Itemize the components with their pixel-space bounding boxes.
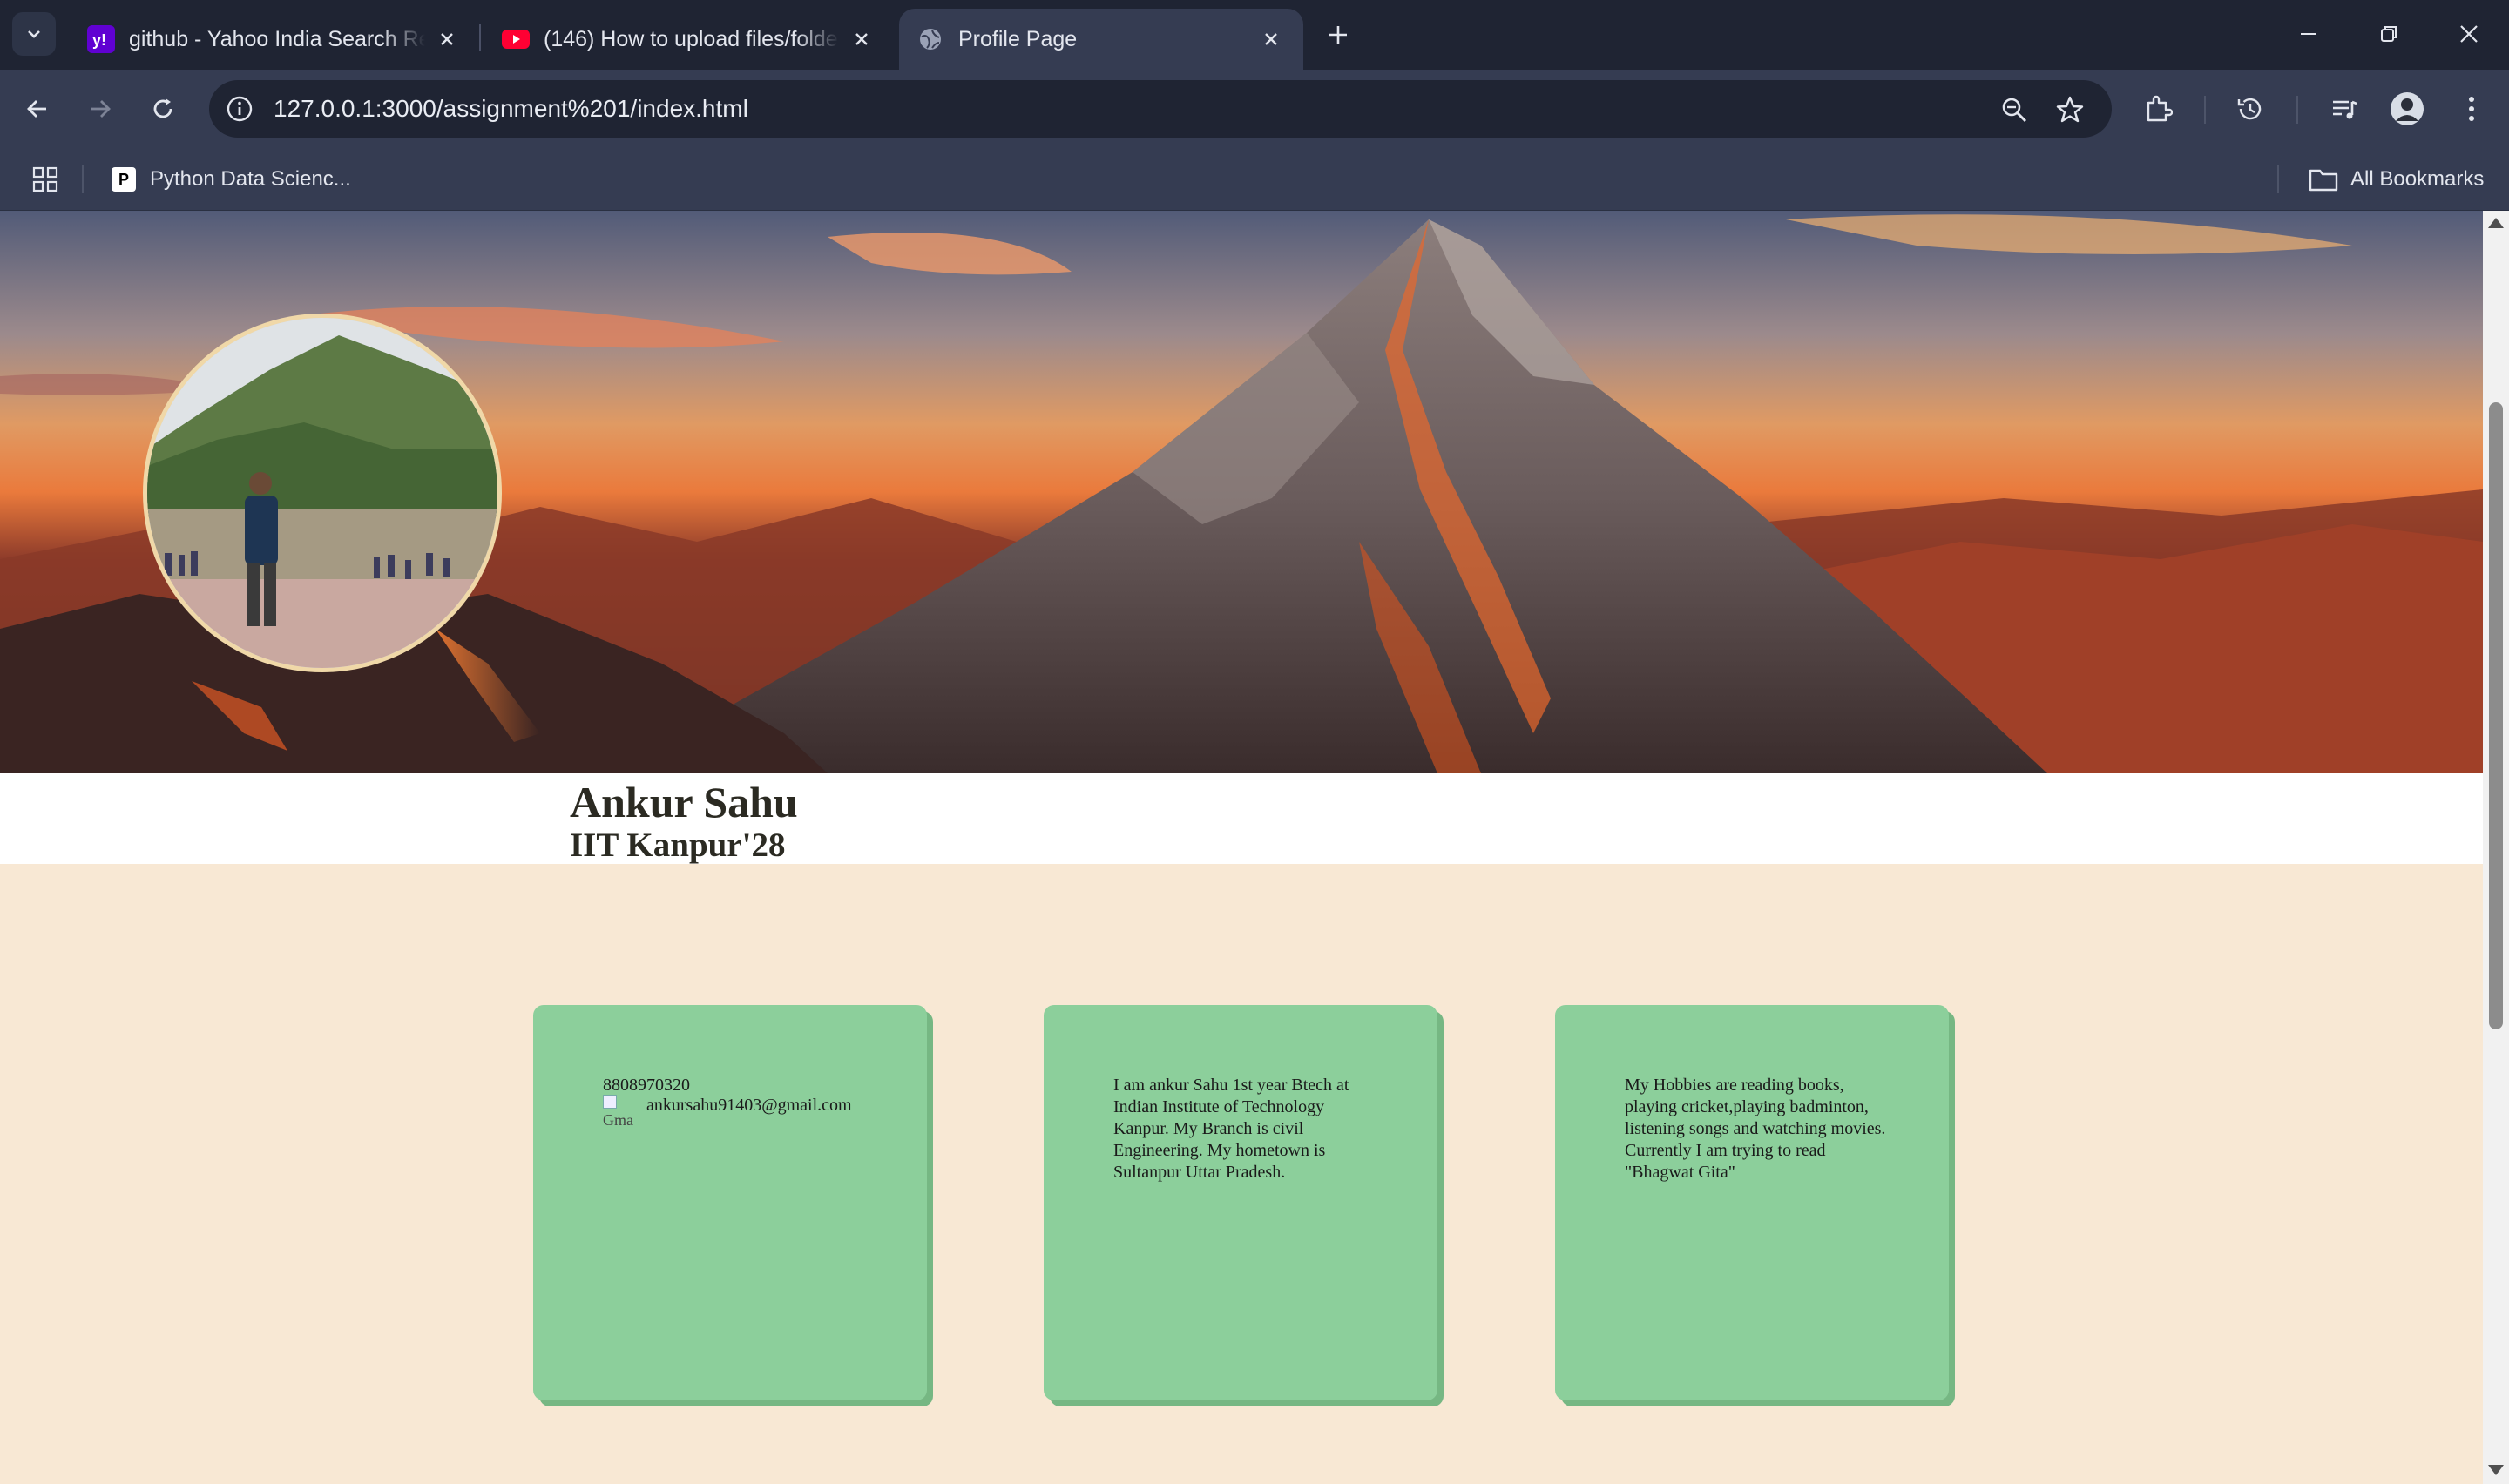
minimize-button[interactable] bbox=[2282, 12, 2335, 56]
globe-icon bbox=[916, 25, 944, 53]
hobbies-card: My Hobbies are reading books, playing cr… bbox=[1555, 1005, 1949, 1400]
restore-button[interactable] bbox=[2363, 12, 2415, 56]
yahoo-icon: y! bbox=[87, 25, 115, 53]
reload-icon bbox=[153, 98, 172, 118]
image-alt-text: Gma bbox=[603, 1111, 633, 1129]
arrow-left-icon bbox=[27, 100, 46, 118]
kebab-menu-icon bbox=[2469, 97, 2474, 121]
close-icon[interactable] bbox=[434, 26, 460, 52]
extensions-button[interactable] bbox=[2138, 89, 2178, 129]
reload-button[interactable] bbox=[143, 89, 183, 129]
tab-strip: y! github - Yahoo India Search Results (… bbox=[0, 0, 2509, 70]
media-controls-button[interactable] bbox=[2324, 89, 2364, 129]
profile-subtitle: IIT Kanpur'28 bbox=[570, 826, 786, 864]
profile-name: Ankur Sahu bbox=[570, 778, 798, 826]
avatar-icon bbox=[2391, 92, 2424, 125]
toolbar-divider bbox=[2296, 96, 2298, 124]
all-bookmarks-label: All Bookmarks bbox=[2350, 167, 2485, 191]
close-window-button[interactable] bbox=[2443, 12, 2495, 56]
bookmarks-bar: P Python Data Scienc... All Bookmarks bbox=[0, 148, 2509, 211]
folder-icon bbox=[2309, 169, 2338, 192]
tab-search-button[interactable] bbox=[12, 12, 56, 56]
tab-youtube[interactable]: (146) How to upload files/folders bbox=[484, 9, 894, 70]
youtube-icon bbox=[502, 25, 530, 53]
minimize-icon bbox=[2301, 33, 2316, 35]
chevron-down-icon bbox=[28, 30, 40, 38]
bookmark-python-data-science[interactable]: P Python Data Scienc... bbox=[112, 160, 351, 199]
email-row: Gma ankursahu91403@gmail.com bbox=[603, 1095, 852, 1130]
forward-button[interactable] bbox=[80, 89, 120, 129]
about-text: I am ankur Sahu 1st year Btech at Indian… bbox=[1113, 1076, 1349, 1182]
tab-divider bbox=[479, 24, 481, 51]
restore-icon bbox=[2381, 26, 2397, 42]
back-button[interactable] bbox=[17, 89, 57, 129]
close-icon[interactable] bbox=[1258, 26, 1284, 52]
toolbar-divider bbox=[2204, 96, 2206, 124]
new-tab-button[interactable] bbox=[1321, 17, 1356, 52]
arrow-right-icon bbox=[91, 100, 111, 118]
cover-image bbox=[0, 211, 2483, 773]
profile-avatar-button[interactable] bbox=[2387, 89, 2427, 129]
site-info-icon[interactable] bbox=[220, 89, 260, 129]
tab-title: Profile Page bbox=[958, 26, 1078, 51]
scroll-down-arrow-icon[interactable] bbox=[2488, 1465, 2504, 1475]
scroll-up-arrow-icon[interactable] bbox=[2488, 218, 2504, 228]
profile-photo bbox=[147, 318, 497, 668]
svg-text:y!: y! bbox=[92, 31, 106, 49]
broken-image-icon bbox=[603, 1095, 617, 1109]
bookmark-label: Python Data Scienc... bbox=[150, 167, 351, 191]
page-viewport: Ankur Sahu IIT Kanpur'28 8808970320 Gma … bbox=[0, 211, 2483, 1484]
playlist-icon bbox=[2333, 100, 2357, 119]
tab-yahoo[interactable]: y! github - Yahoo India Search Results bbox=[70, 9, 479, 70]
history-button[interactable] bbox=[2230, 89, 2270, 129]
close-icon[interactable] bbox=[849, 26, 875, 52]
vertical-scrollbar[interactable] bbox=[2483, 211, 2509, 1484]
history-icon bbox=[2237, 98, 2262, 120]
star-icon[interactable] bbox=[2053, 92, 2087, 127]
hobbies-text: My Hobbies are reading books, playing cr… bbox=[1625, 1076, 1886, 1182]
tab-title: github - Yahoo India Search Results bbox=[129, 26, 425, 51]
bookmarks-divider bbox=[2277, 165, 2279, 193]
phone-number: 8808970320 bbox=[603, 1076, 690, 1095]
apps-button[interactable] bbox=[28, 162, 63, 197]
email-address: ankursahu91403@gmail.com bbox=[646, 1096, 852, 1115]
browser-toolbar: 127.0.0.1:3000/assignment%201/index.html bbox=[0, 70, 2509, 148]
gmail-icon: Gma bbox=[603, 1095, 641, 1130]
puzzle-icon bbox=[2147, 95, 2173, 122]
tab-profile-page[interactable]: Profile Page bbox=[899, 9, 1303, 70]
contact-card: 8808970320 Gma ankursahu91403@gmail.com bbox=[533, 1005, 927, 1400]
name-header: Ankur Sahu IIT Kanpur'28 bbox=[0, 773, 2483, 864]
address-bar[interactable]: 127.0.0.1:3000/assignment%201/index.html bbox=[209, 80, 2112, 138]
plus-icon bbox=[1329, 26, 1347, 44]
bookmarks-divider bbox=[82, 165, 84, 193]
apps-grid-icon bbox=[32, 166, 58, 192]
profile-avatar bbox=[143, 314, 502, 672]
tab-title: (146) How to upload files/folders bbox=[544, 26, 840, 51]
bookmark-favicon: P bbox=[112, 167, 136, 192]
url-text: 127.0.0.1:3000/assignment%201/index.html bbox=[274, 95, 748, 122]
menu-button[interactable] bbox=[2452, 89, 2492, 129]
zoom-icon[interactable] bbox=[1997, 92, 2032, 127]
about-card: I am ankur Sahu 1st year Btech at Indian… bbox=[1044, 1005, 1437, 1400]
all-bookmarks-button[interactable]: All Bookmarks bbox=[2309, 160, 2484, 199]
close-icon bbox=[2460, 25, 2478, 43]
scrollbar-thumb[interactable] bbox=[2489, 402, 2503, 1029]
